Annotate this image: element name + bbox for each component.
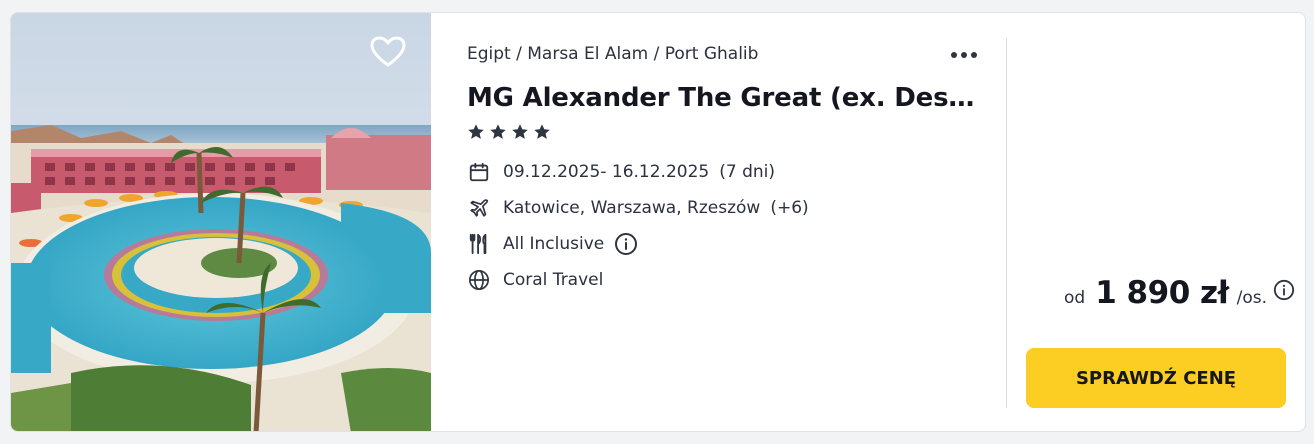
- travel-dates: 09.12.2025- 16.12.2025: [503, 162, 710, 182]
- hotel-stars: [467, 123, 551, 141]
- star-icon: [468, 124, 484, 139]
- more-icon-dot: [971, 52, 977, 58]
- calendar-icon: [467, 160, 491, 184]
- globe-icon: [467, 268, 491, 292]
- offer-info: Egipt / Marsa El Alam / Port Ghalib MG A…: [467, 13, 999, 431]
- tour-operator: Coral Travel: [503, 270, 604, 290]
- hotel-photo[interactable]: [11, 13, 431, 431]
- cutlery-icon: [467, 232, 491, 256]
- departure-cities: Katowice, Warszawa, Rzeszów: [503, 198, 761, 218]
- plane-icon: [467, 196, 491, 220]
- hotel-image: [11, 13, 431, 431]
- dates-row: 09.12.2025- 16.12.2025 (7 dni): [467, 159, 775, 185]
- price-prefix: od: [1063, 288, 1086, 308]
- check-price-button[interactable]: SPRAWDŹ CENĘ: [1026, 348, 1286, 408]
- more-icon-dot: [961, 52, 967, 58]
- hotel-title[interactable]: MG Alexander The Great (ex. Dessole Roya…: [467, 83, 987, 113]
- price-info-icon[interactable]: [1273, 279, 1295, 305]
- star-icon: [490, 124, 506, 139]
- price-suffix: /os.: [1236, 288, 1267, 308]
- operator-row: Coral Travel: [467, 267, 603, 293]
- board-info-icon[interactable]: [614, 232, 638, 256]
- board-type: All Inclusive: [503, 234, 605, 254]
- star-icon: [512, 124, 528, 139]
- divider: [1006, 38, 1007, 408]
- offer-card[interactable]: Egipt / Marsa El Alam / Port Ghalib MG A…: [10, 12, 1306, 432]
- price-amount: 1 890 zł: [1095, 275, 1229, 311]
- price-block: od 1 890 zł /os.: [1064, 275, 1295, 311]
- more-departures[interactable]: (+6): [770, 198, 808, 218]
- star-icon: [534, 124, 550, 139]
- board-row: All Inclusive: [467, 231, 638, 257]
- breadcrumb[interactable]: Egipt / Marsa El Alam / Port Ghalib: [467, 44, 758, 64]
- departures-row: Katowice, Warszawa, Rzeszów (+6): [467, 195, 809, 221]
- travel-duration: (7 dni): [719, 162, 775, 182]
- favorite-button[interactable]: [368, 32, 408, 72]
- more-icon-dot: [951, 52, 957, 58]
- heart-icon: [370, 36, 406, 67]
- more-options-button[interactable]: [947, 43, 981, 67]
